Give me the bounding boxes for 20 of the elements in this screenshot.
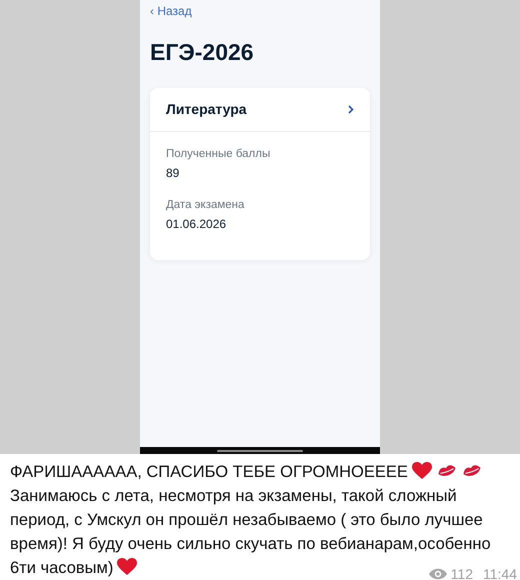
lips-icon	[462, 464, 482, 478]
message-headline: ФАРИШАААААА, СПАСИБО ТЕБЕ ОГРОМНОЕЕЕЕ	[10, 463, 408, 481]
field-label: Дата экзамена	[166, 199, 246, 211]
heart-icon	[117, 558, 138, 576]
message-time: 11:44	[483, 566, 517, 580]
subject-title: Литература	[166, 101, 247, 117]
subject-row[interactable]: Литература	[150, 88, 370, 132]
field-value: 01.06.2026	[166, 217, 228, 231]
message-text: 6ти часовым)	[10, 559, 114, 577]
lips-icon	[436, 464, 457, 478]
field-value: 89	[166, 166, 180, 180]
back-link[interactable]: ‹ Назад	[150, 4, 370, 18]
heart-icon	[412, 462, 432, 480]
view-count: 112	[450, 566, 473, 580]
chevron-right-icon	[348, 104, 354, 114]
message-text: время)! Я буду очень сильно скучать по вебианарам,особенно	[10, 535, 491, 553]
page-title: ЕГЭ-2026	[150, 39, 255, 66]
field-label: Полученные баллы	[166, 148, 272, 160]
message-text: Занимаюсь с лета, несмотря на экзамены, такой сложный	[10, 487, 457, 505]
message-text: период, с Умскул он прошёл незабываемо ( это было лучшее	[10, 511, 483, 529]
